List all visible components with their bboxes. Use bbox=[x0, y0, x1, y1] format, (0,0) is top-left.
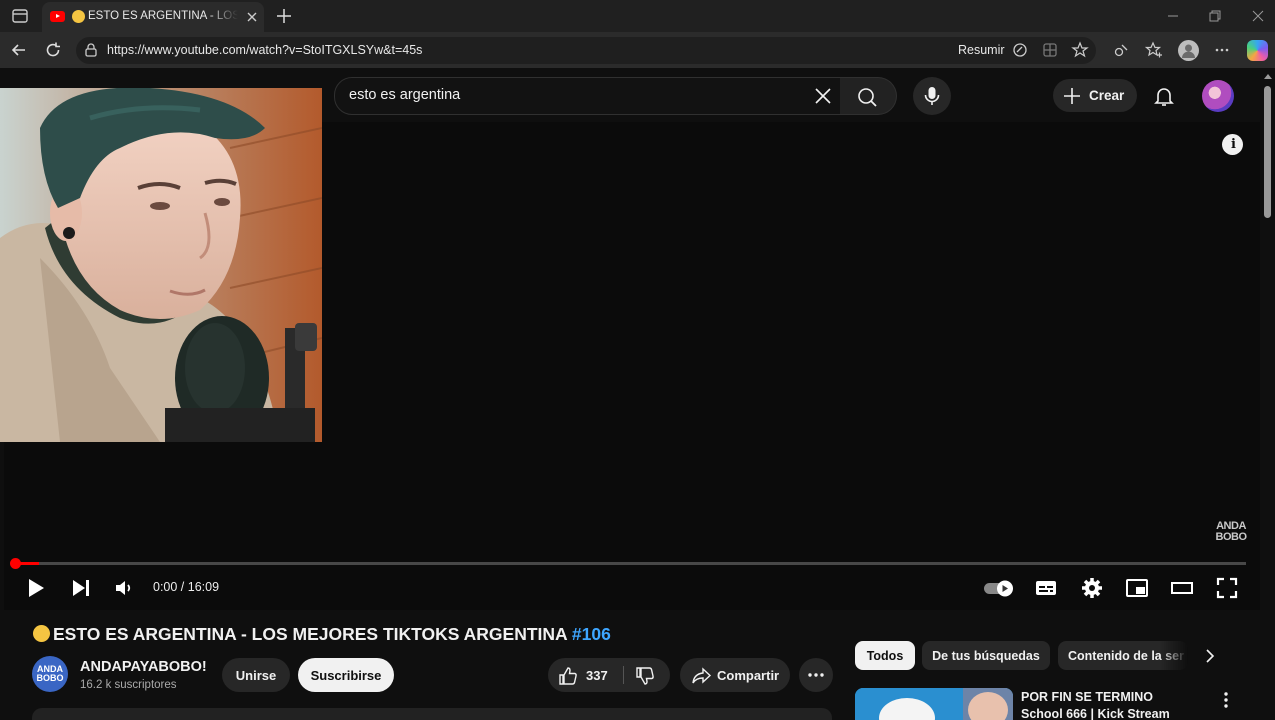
browser-menu-icon[interactable] bbox=[1213, 41, 1231, 59]
close-window-icon[interactable] bbox=[1248, 6, 1268, 26]
video-title: ESTO ES ARGENTINA - LOS MEJORES TIKTOKS … bbox=[33, 624, 611, 645]
laughing-emoji-icon bbox=[72, 10, 85, 23]
channel-avatar[interactable]: ANDA BOBO bbox=[32, 656, 68, 692]
copilot-icon[interactable] bbox=[1247, 40, 1268, 61]
like-count[interactable]: 337 bbox=[586, 668, 608, 683]
new-tab-icon[interactable] bbox=[274, 6, 294, 26]
miniplayer-icon[interactable] bbox=[1124, 575, 1150, 601]
volume-icon[interactable] bbox=[111, 575, 137, 601]
next-video-icon[interactable] bbox=[68, 575, 94, 601]
like-divider bbox=[623, 666, 624, 684]
description-box[interactable] bbox=[32, 708, 832, 720]
more-actions-icon[interactable] bbox=[799, 658, 833, 692]
browser-tab-active[interactable]: ESTO ES ARGENTINA - LOS MEJORES TIKTOKS bbox=[42, 2, 264, 32]
laughing-emoji-icon bbox=[33, 625, 50, 642]
url-text[interactable]: https://www.youtube.com/watch?v=StoITGXL… bbox=[107, 43, 422, 57]
chevron-right-icon[interactable] bbox=[1200, 646, 1220, 666]
chip-todos[interactable]: Todos bbox=[855, 641, 915, 670]
search-button[interactable] bbox=[840, 77, 897, 115]
progress-bar[interactable] bbox=[14, 562, 1246, 565]
scroll-up-arrow-icon[interactable] bbox=[1263, 72, 1273, 80]
voice-search-button[interactable] bbox=[913, 77, 951, 115]
like-dislike-group: 337 bbox=[548, 658, 670, 692]
split-screen-icon[interactable] bbox=[1112, 41, 1130, 59]
tab-title: ESTO ES ARGENTINA - LOS MEJORES TIKTOKS bbox=[88, 10, 238, 22]
restore-window-icon[interactable] bbox=[1204, 6, 1224, 26]
profile-avatar-icon[interactable] bbox=[1178, 40, 1199, 61]
tab-close-icon[interactable] bbox=[243, 8, 261, 26]
autoplay-toggle[interactable] bbox=[982, 576, 1016, 600]
video-info-icon[interactable]: i bbox=[1222, 134, 1243, 155]
youtube-favicon-icon bbox=[50, 11, 65, 22]
time-display: 0:00 / 16:09 bbox=[153, 580, 220, 594]
minimize-window-icon[interactable] bbox=[1163, 6, 1183, 26]
recommended-video-thumbnail[interactable] bbox=[855, 688, 1013, 720]
favorites-icon[interactable] bbox=[1145, 41, 1163, 59]
search-query-text[interactable]: esto es argentina bbox=[349, 87, 460, 103]
play-icon[interactable] bbox=[23, 575, 49, 601]
search-icon bbox=[858, 88, 877, 107]
chip-de-tus-busquedas[interactable]: De tus búsquedas bbox=[922, 641, 1050, 670]
resumir-button[interactable]: Resumir bbox=[958, 43, 1005, 57]
notifications-bell-icon[interactable] bbox=[1152, 84, 1176, 108]
account-avatar[interactable] bbox=[1202, 80, 1234, 112]
create-button-label: Crear bbox=[1089, 88, 1125, 103]
like-thumb-icon[interactable] bbox=[557, 665, 579, 687]
dislike-thumb-icon[interactable] bbox=[634, 665, 656, 687]
recommended-more-icon[interactable] bbox=[1218, 690, 1234, 710]
chip-contenido-de-la-serie[interactable]: Contenido de la ser bbox=[1058, 641, 1188, 670]
microphone-icon bbox=[924, 87, 940, 105]
subscriber-count: 16.2 k suscriptores bbox=[80, 679, 177, 691]
favorite-star-icon[interactable] bbox=[1071, 41, 1089, 59]
fullscreen-icon[interactable] bbox=[1214, 575, 1240, 601]
create-button[interactable]: Crear bbox=[1053, 79, 1137, 112]
plus-icon bbox=[1064, 88, 1080, 104]
settings-gear-icon[interactable] bbox=[1079, 575, 1105, 601]
recommended-video-title[interactable]: POR FIN SE TERMINO School 666 | Kick Str… bbox=[1021, 689, 1181, 720]
site-info-lock-icon[interactable] bbox=[82, 41, 100, 59]
back-arrow-icon[interactable] bbox=[9, 40, 29, 60]
tab-actions-icon[interactable] bbox=[10, 6, 30, 26]
extensions-icon[interactable] bbox=[1041, 41, 1059, 59]
subscribe-button[interactable]: Suscribirse bbox=[298, 658, 394, 692]
subtitles-icon[interactable] bbox=[1033, 575, 1059, 601]
clear-search-icon[interactable] bbox=[811, 84, 835, 108]
channel-watermark[interactable]: ANDA BOBO bbox=[1214, 521, 1248, 543]
theater-mode-icon[interactable] bbox=[1169, 575, 1195, 601]
webcam-overlay-image bbox=[0, 88, 322, 442]
reload-icon[interactable] bbox=[43, 40, 63, 60]
share-button[interactable]: Compartir bbox=[680, 658, 790, 692]
share-arrow-icon bbox=[692, 667, 712, 684]
page-scrollbar-thumb[interactable] bbox=[1264, 86, 1271, 218]
read-aloud-icon[interactable] bbox=[1011, 41, 1029, 59]
channel-name[interactable]: ANDAPAYABOBO! bbox=[80, 659, 207, 675]
hashtag-link[interactable]: #106 bbox=[572, 624, 611, 644]
join-button[interactable]: Unirse bbox=[222, 658, 290, 692]
